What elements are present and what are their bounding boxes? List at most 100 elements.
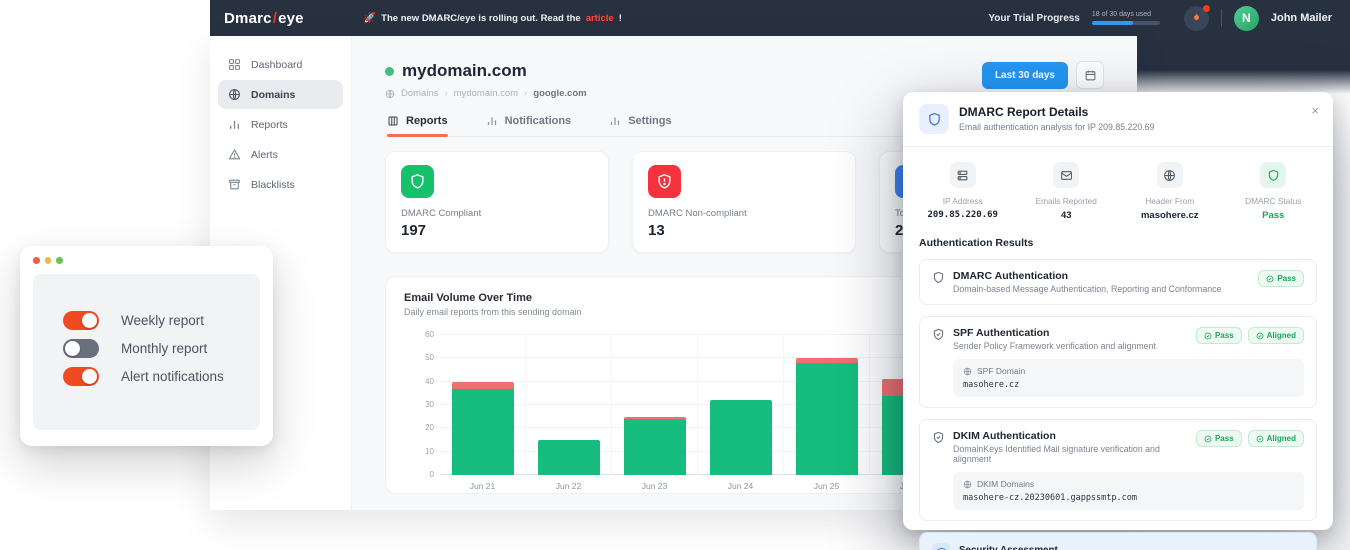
modal-header: DMARC Report Details Email authenticatio… bbox=[903, 92, 1333, 147]
toggle-label: Weekly report bbox=[121, 313, 204, 328]
calendar-button[interactable] bbox=[1076, 61, 1104, 89]
archive-icon bbox=[228, 178, 241, 191]
navbar-extension bbox=[1137, 36, 1350, 70]
bar-segment-compliant[interactable] bbox=[538, 440, 600, 475]
logo-text-2: eye bbox=[278, 10, 304, 27]
traffic-green-dot bbox=[56, 257, 63, 264]
bar-chart-icon bbox=[228, 118, 241, 131]
modal-stat-emails: Emails Reported 43 bbox=[1015, 162, 1119, 221]
tab-reports[interactable]: Reports bbox=[387, 115, 448, 136]
sidebar-item-reports[interactable]: Reports bbox=[218, 110, 343, 139]
user-avatar[interactable]: N bbox=[1234, 6, 1259, 31]
assessment-title: Security Assessment bbox=[959, 545, 1206, 550]
bar-segment-non-compliant[interactable] bbox=[452, 382, 514, 389]
breadcrumb-item-current: google.com bbox=[533, 88, 586, 99]
traffic-red-dot bbox=[33, 257, 40, 264]
domain-box-label: DKIM Domains bbox=[977, 479, 1034, 489]
bar-segment-non-compliant[interactable] bbox=[624, 417, 686, 419]
tab-label: Reports bbox=[406, 115, 448, 127]
columns-icon bbox=[387, 115, 399, 127]
chart-column: Jun 23 bbox=[612, 335, 698, 475]
mail-icon bbox=[1053, 162, 1079, 188]
tab-settings[interactable]: Settings bbox=[609, 115, 671, 136]
domain-box-value: masohere-cz.20230601.gappssmtp.com bbox=[963, 493, 1294, 503]
chart-column: Jun 24 bbox=[698, 335, 784, 475]
globe-icon bbox=[228, 88, 241, 101]
app-logo[interactable]: Dmarc/eye bbox=[224, 10, 304, 27]
bar-segment-compliant[interactable] bbox=[452, 389, 514, 475]
alert-notifications-toggle[interactable] bbox=[63, 367, 99, 386]
announcement-banner: 🚀 The new DMARC/eye is rolling out. Read… bbox=[364, 13, 622, 24]
stat-value: 197 bbox=[401, 222, 593, 239]
breadcrumb-item[interactable]: Domains bbox=[401, 88, 439, 99]
chart-bars: Jun 21Jun 22Jun 23Jun 24Jun 25Jun 26 bbox=[440, 335, 956, 475]
globe-icon bbox=[1157, 162, 1183, 188]
breadcrumb-separator: › bbox=[445, 88, 448, 99]
spf-domain-box: SPF Domain masohere.cz bbox=[953, 359, 1304, 397]
bar-chart-icon bbox=[486, 115, 498, 127]
tab-notifications[interactable]: Notifications bbox=[486, 115, 572, 136]
monthly-report-toggle[interactable] bbox=[63, 339, 99, 358]
modal-stat-label: Emails Reported bbox=[1036, 196, 1097, 206]
toggle-row-monthly-report: Monthly report bbox=[63, 339, 260, 358]
security-assessment-box: Security Assessment This email passed DM… bbox=[919, 532, 1317, 550]
sidebar-item-alerts[interactable]: Alerts bbox=[218, 140, 343, 169]
article-link[interactable]: article bbox=[586, 13, 614, 24]
domain-status-dot bbox=[385, 67, 394, 76]
toggle-knob bbox=[82, 313, 97, 328]
auth-card-description: Domain-based Message Authentication, Rep… bbox=[953, 284, 1221, 294]
announcement-suffix: ! bbox=[619, 13, 622, 24]
x-axis-label: Jun 25 bbox=[784, 481, 869, 491]
bar-segment-compliant[interactable] bbox=[796, 363, 858, 475]
weekly-report-toggle[interactable] bbox=[63, 311, 99, 330]
auth-card-dkim: DKIM Authentication DomainKeys Identifie… bbox=[919, 419, 1317, 521]
bar-segment-compliant[interactable] bbox=[710, 400, 772, 475]
y-axis-tick: 40 bbox=[408, 377, 434, 386]
toggles-panel: Weekly report Monthly report Alert notif… bbox=[33, 274, 260, 430]
stat-card-compliant: DMARC Compliant 197 bbox=[385, 151, 609, 253]
modal-subtitle: Email authentication analysis for IP 209… bbox=[959, 122, 1154, 132]
y-axis-tick: 30 bbox=[408, 400, 434, 409]
modal-stat-value: 43 bbox=[1061, 210, 1072, 221]
auth-card-dmarc: DMARC Authentication Domain-based Messag… bbox=[919, 259, 1317, 305]
window-traffic-lights bbox=[33, 257, 260, 264]
sidebar-label: Reports bbox=[251, 119, 288, 131]
close-icon[interactable]: × bbox=[1311, 104, 1319, 117]
user-name[interactable]: John Mailer bbox=[1271, 12, 1332, 24]
sidebar-item-domains[interactable]: Domains bbox=[218, 80, 343, 109]
bar-segment-compliant[interactable] bbox=[624, 419, 686, 475]
date-range-button[interactable]: Last 30 days bbox=[982, 62, 1068, 89]
pass-badge: Pass bbox=[1258, 270, 1304, 287]
x-axis-label: Jun 22 bbox=[526, 481, 611, 491]
domain-box-label: SPF Domain bbox=[977, 366, 1025, 376]
sidebar-item-blacklists[interactable]: Blacklists bbox=[218, 170, 343, 199]
auth-card-spf: SPF Authentication Sender Policy Framewo… bbox=[919, 316, 1317, 408]
notification-dot bbox=[1203, 5, 1210, 12]
sidebar-label: Dashboard bbox=[251, 59, 302, 71]
modal-body: Authentication Results DMARC Authenticat… bbox=[903, 234, 1333, 550]
stat-label: DMARC Non-compliant bbox=[648, 208, 840, 219]
auth-card-title: SPF Authentication bbox=[953, 327, 1156, 339]
chart-column: Jun 25 bbox=[784, 335, 870, 475]
breadcrumb-separator: › bbox=[524, 88, 527, 99]
trial-usage-text: 18 of 30 days used bbox=[1092, 11, 1160, 18]
shield-check-icon bbox=[932, 328, 945, 341]
toggle-row-alert-notifications: Alert notifications bbox=[63, 367, 260, 386]
traffic-yellow-dot bbox=[45, 257, 52, 264]
x-axis-label: Jun 23 bbox=[612, 481, 697, 491]
breadcrumb-item[interactable]: mydomain.com bbox=[454, 88, 518, 99]
aligned-badge: Aligned bbox=[1248, 430, 1304, 447]
trial-progress-label: Your Trial Progress bbox=[988, 13, 1080, 24]
modal-title: DMARC Report Details bbox=[959, 105, 1154, 119]
flame-icon[interactable] bbox=[1184, 6, 1209, 31]
notification-settings-widget: Weekly report Monthly report Alert notif… bbox=[20, 246, 273, 446]
y-axis-tick: 0 bbox=[408, 470, 434, 479]
pass-badge: Pass bbox=[1196, 327, 1242, 344]
modal-stat-label: DMARC Status bbox=[1245, 196, 1301, 206]
bar-segment-non-compliant[interactable] bbox=[796, 358, 858, 363]
auth-card-title: DKIM Authentication bbox=[953, 430, 1188, 442]
sidebar-item-dashboard[interactable]: Dashboard bbox=[218, 50, 343, 79]
alert-triangle-icon bbox=[228, 148, 241, 161]
check-circle-icon bbox=[1266, 275, 1274, 283]
y-axis-tick: 50 bbox=[408, 353, 434, 362]
